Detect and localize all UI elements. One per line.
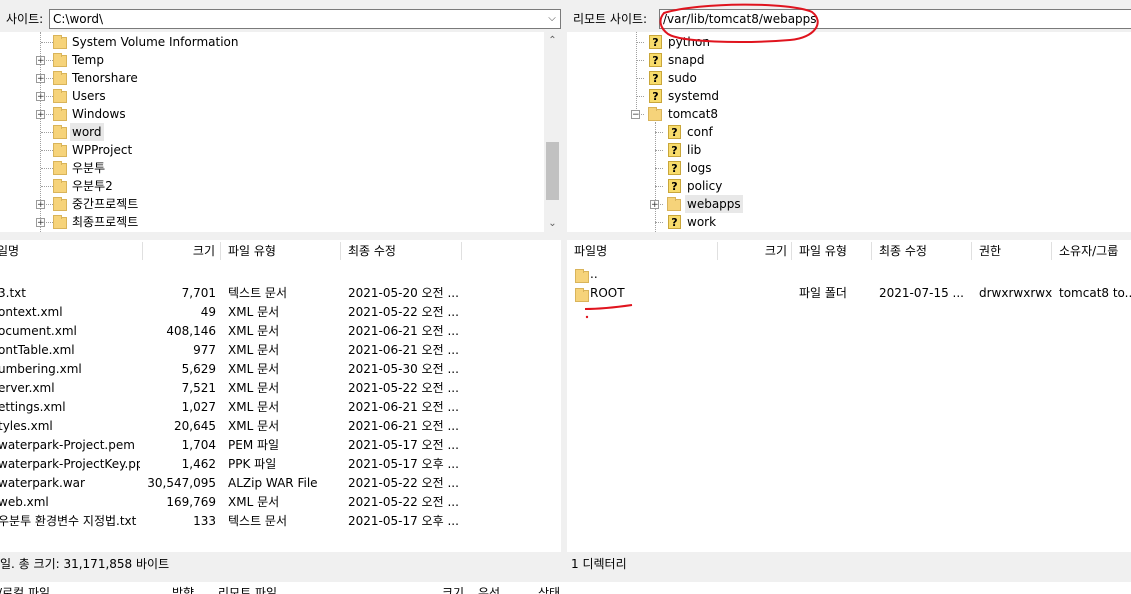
annotation-ellipse xyxy=(659,3,819,43)
annotation-dot xyxy=(585,315,589,319)
annotation-underline xyxy=(584,304,633,310)
annotation-overlay xyxy=(584,3,819,319)
